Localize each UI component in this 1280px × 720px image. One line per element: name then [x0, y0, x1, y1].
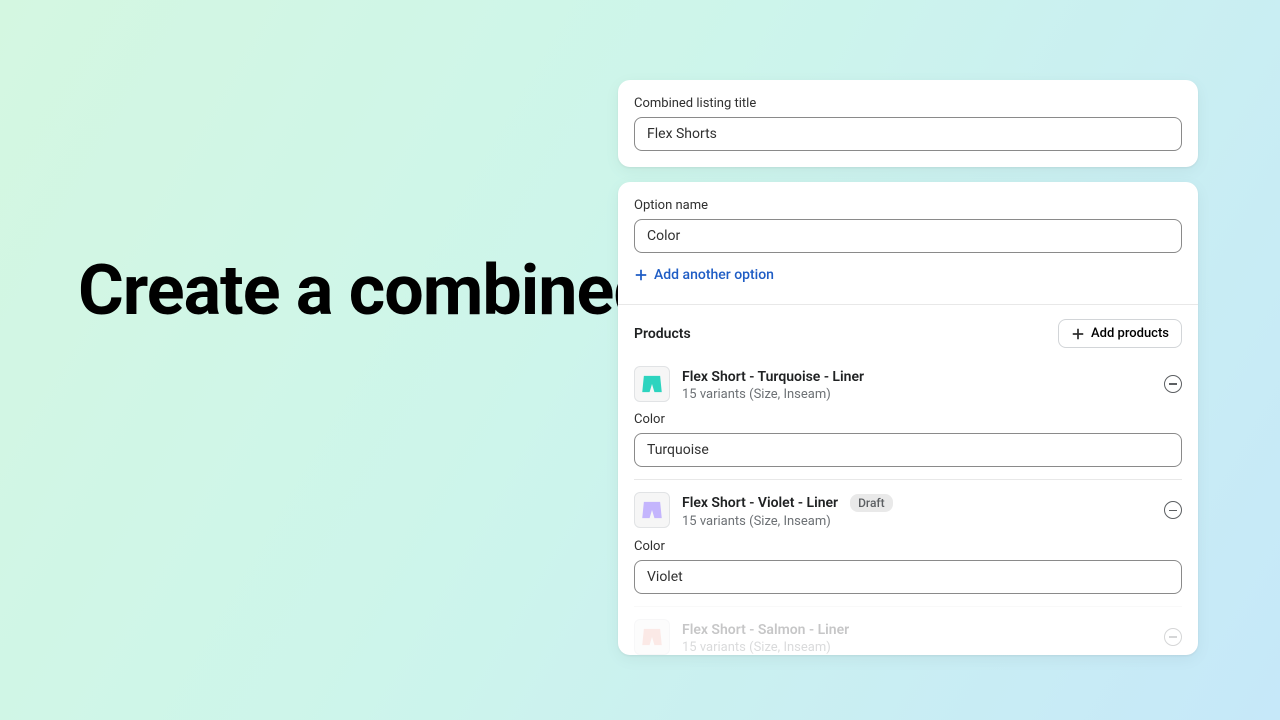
combined-listing-title-input[interactable]: [634, 117, 1182, 151]
product-row: Flex Short - Salmon - Liner 15 variants …: [634, 619, 1182, 655]
option-name-input[interactable]: [634, 219, 1182, 253]
product-color-input[interactable]: [634, 560, 1182, 594]
add-another-option-button[interactable]: Add another option: [634, 267, 774, 283]
add-products-button[interactable]: Add products: [1058, 319, 1182, 348]
product-meta: 15 variants (Size, Inseam): [682, 514, 1152, 529]
product-block: Flex Short - Salmon - Liner 15 variants …: [634, 606, 1182, 655]
product-block: Flex Short - Violet - Liner Draft 15 var…: [634, 479, 1182, 594]
product-name: Flex Short - Turquoise - Liner: [682, 369, 864, 385]
add-another-option-label: Add another option: [654, 267, 774, 283]
product-row: Flex Short - Turquoise - Liner 15 varian…: [634, 366, 1182, 402]
plus-icon: [634, 268, 648, 282]
product-meta: 15 variants (Size, Inseam): [682, 387, 1152, 402]
product-thumbnail: [634, 366, 670, 402]
add-products-label: Add products: [1091, 326, 1169, 341]
products-heading: Products: [634, 326, 691, 342]
option-card: Option name Add another option Products …: [618, 182, 1198, 655]
option-name-label: Option name: [634, 198, 1182, 213]
product-name: Flex Short - Salmon - Liner: [682, 622, 849, 638]
form-panel: Combined listing title Option name Add a…: [618, 80, 1198, 655]
remove-product-button[interactable]: [1164, 501, 1182, 519]
product-meta: 15 variants (Size, Inseam): [682, 640, 1152, 655]
products-header: Products Add products: [618, 304, 1198, 348]
color-label: Color: [634, 539, 1182, 554]
remove-product-button[interactable]: [1164, 375, 1182, 393]
status-badge: Draft: [850, 494, 893, 512]
product-block: Flex Short - Turquoise - Liner 15 varian…: [634, 360, 1182, 467]
remove-product-button[interactable]: [1164, 628, 1182, 646]
shorts-icon: [639, 624, 665, 650]
plus-icon: [1071, 327, 1085, 341]
color-label: Color: [634, 412, 1182, 427]
title-label: Combined listing title: [634, 96, 1182, 111]
product-name: Flex Short - Violet - Liner: [682, 495, 838, 511]
title-card: Combined listing title: [618, 80, 1198, 167]
product-row: Flex Short - Violet - Liner Draft 15 var…: [634, 492, 1182, 529]
shorts-icon: [639, 497, 665, 523]
product-color-input[interactable]: [634, 433, 1182, 467]
shorts-icon: [639, 371, 665, 397]
product-thumbnail: [634, 492, 670, 528]
product-thumbnail: [634, 619, 670, 655]
